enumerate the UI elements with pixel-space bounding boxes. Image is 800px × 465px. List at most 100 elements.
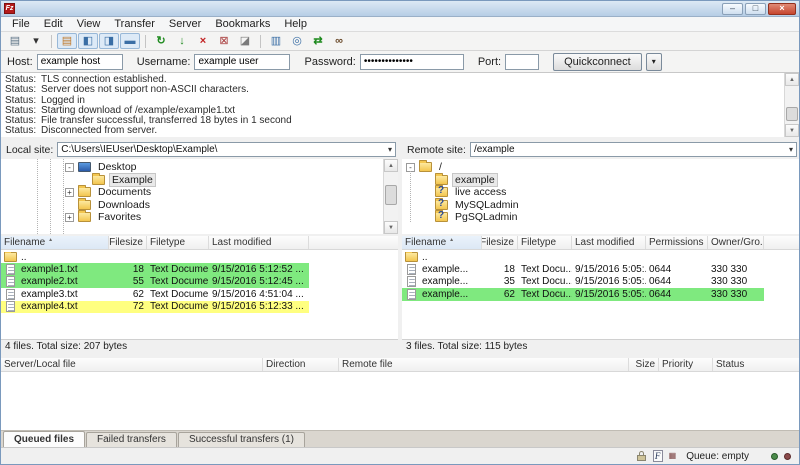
title-bar: Fz – □ × xyxy=(1,1,799,17)
quickconnect-button[interactable]: Quickconnect xyxy=(553,53,642,71)
password-input[interactable] xyxy=(360,54,464,70)
file-row[interactable]: .. xyxy=(402,251,764,263)
username-input[interactable] xyxy=(194,54,290,70)
tree-item[interactable]: Downloads xyxy=(1,199,383,212)
column-header-status[interactable]: Status xyxy=(713,358,799,371)
expander-icon[interactable]: - xyxy=(65,163,74,172)
queue-tab[interactable]: Successful transfers (1) xyxy=(178,432,305,447)
tree-item[interactable]: + Favorites xyxy=(1,211,383,224)
scrollbar-thumb[interactable] xyxy=(786,107,798,121)
file-row[interactable]: example... 35 Text Docu... 9/15/2016 5:0… xyxy=(402,276,764,288)
scroll-up-icon[interactable]: ▲ xyxy=(384,159,398,172)
column-header-last-modified[interactable]: Last modified xyxy=(572,236,646,249)
column-header-filetype[interactable]: Filetype xyxy=(518,236,572,249)
host-label: Host: xyxy=(7,56,33,68)
port-input[interactable] xyxy=(505,54,539,70)
tree-item[interactable]: Example xyxy=(1,174,383,187)
toolbar-separator[interactable] xyxy=(260,35,261,48)
scrollbar-thumb[interactable] xyxy=(385,185,397,205)
column-header-filesize[interactable]: Filesize xyxy=(109,236,147,249)
menu-server[interactable]: Server xyxy=(162,17,208,31)
menu-transfer[interactable]: Transfer xyxy=(107,17,162,31)
file-row[interactable]: .. xyxy=(1,251,309,263)
file-row[interactable]: example... 62 Text Docu... 9/15/2016 5:0… xyxy=(402,288,764,300)
local-file-list: .. example1.txt 18 Text Document 9/15/20… xyxy=(1,250,398,339)
file-row[interactable]: example... 18 Text Docu... 9/15/2016 5:0… xyxy=(402,263,764,275)
remote-pane-status: 3 files. Total size: 115 bytes xyxy=(402,339,799,354)
column-header-last-modified[interactable]: Last modified xyxy=(209,236,309,249)
file-row[interactable]: example4.txt 72 Text Document 9/15/2016 … xyxy=(1,301,309,313)
queue-tab[interactable]: Queued files xyxy=(3,431,85,447)
folder-icon xyxy=(92,175,105,185)
column-header-filename[interactable]: Filename▲ xyxy=(1,236,109,249)
tree-item[interactable]: live access xyxy=(402,186,799,199)
chevron-down-icon[interactable]: ▾ xyxy=(789,145,793,154)
find-files-button[interactable]: ∞ xyxy=(329,33,349,49)
menu-help[interactable]: Help xyxy=(277,17,314,31)
cancel-button[interactable]: × xyxy=(193,33,213,49)
tree-item[interactable]: - / xyxy=(402,161,799,174)
tree-item[interactable]: example xyxy=(402,174,799,187)
file-icon xyxy=(407,264,416,275)
tree-item[interactable]: - Desktop xyxy=(1,161,383,174)
password-label: Password: xyxy=(304,56,355,68)
chevron-down-icon[interactable]: ▾ xyxy=(388,145,392,154)
expander-icon[interactable]: + xyxy=(65,188,74,197)
column-header-filesize[interactable]: Filesize xyxy=(482,236,518,249)
synchronized-browsing-button[interactable]: ⇄ xyxy=(308,33,328,49)
site-manager-dropdown[interactable]: ▾ xyxy=(26,33,46,49)
file-icon xyxy=(6,289,15,300)
tree-item[interactable]: PgSQLadmin xyxy=(402,211,799,224)
toolbar-separator[interactable] xyxy=(145,35,146,48)
remote-site-combobox[interactable]: /example ▾ xyxy=(470,142,797,157)
column-header-direction[interactable]: Direction xyxy=(263,358,339,371)
folder-icon xyxy=(435,200,448,210)
scroll-up-icon[interactable]: ▲ xyxy=(785,73,799,86)
folder-icon xyxy=(78,200,91,210)
log-scrollbar[interactable]: ▲ ▼ xyxy=(784,73,799,137)
menu-file[interactable]: File xyxy=(5,17,37,31)
local-pane-status: 4 files. Total size: 207 bytes xyxy=(1,339,398,354)
reconnect-button[interactable]: ◪ xyxy=(235,33,255,49)
file-row[interactable]: example1.txt 18 Text Document 9/15/2016 … xyxy=(1,263,309,275)
close-button[interactable]: × xyxy=(768,3,796,15)
host-input[interactable] xyxy=(37,54,123,70)
refresh-button[interactable]: ↻ xyxy=(151,33,171,49)
folder-icon xyxy=(435,187,448,197)
column-header-permissions[interactable]: Permissions xyxy=(646,236,708,249)
expander-icon[interactable]: + xyxy=(65,213,74,222)
column-header-priority[interactable]: Priority xyxy=(659,358,713,371)
toggle-remote-tree-button[interactable]: ◨ xyxy=(99,33,119,49)
tree-item[interactable]: + Documents xyxy=(1,186,383,199)
process-queue-button[interactable]: ↓ xyxy=(172,33,192,49)
column-header-size[interactable]: Size xyxy=(629,358,659,371)
column-header-server-local-file[interactable]: Server/Local file xyxy=(1,358,263,371)
toggle-local-tree-button[interactable]: ◧ xyxy=(78,33,98,49)
local-tree-scrollbar[interactable]: ▲ ▼ xyxy=(383,159,398,234)
column-header-owner-group[interactable]: Owner/Gro... xyxy=(708,236,764,249)
menu-edit[interactable]: Edit xyxy=(37,17,70,31)
file-row[interactable]: example2.txt 55 Text Document 9/15/2016 … xyxy=(1,276,309,288)
filter-button[interactable]: ▥ xyxy=(266,33,286,49)
site-manager-button[interactable]: ▤ xyxy=(5,33,25,49)
toggle-queue-button[interactable]: ▬ xyxy=(120,33,140,49)
maximize-button[interactable]: □ xyxy=(745,3,766,15)
menu-bookmarks[interactable]: Bookmarks xyxy=(208,17,277,31)
quickconnect-dropdown[interactable]: ▾ xyxy=(646,53,662,71)
folder-icon xyxy=(78,212,91,222)
scroll-down-icon[interactable]: ▼ xyxy=(785,124,799,137)
disconnect-button[interactable]: ⊠ xyxy=(214,33,234,49)
column-header-filetype[interactable]: Filetype xyxy=(147,236,209,249)
directory-comparison-button[interactable]: ◎ xyxy=(287,33,307,49)
local-site-combobox[interactable]: C:\Users\IEUser\Desktop\Example\ ▾ xyxy=(57,142,396,157)
queue-tab[interactable]: Failed transfers xyxy=(86,432,177,447)
column-header-filename[interactable]: Filename▲ xyxy=(402,236,482,249)
column-header-remote-file[interactable]: Remote file xyxy=(339,358,629,371)
minimize-button[interactable]: – xyxy=(722,3,743,15)
toolbar-separator[interactable] xyxy=(51,35,52,48)
file-row[interactable]: example3.txt 62 Text Document 9/15/2016 … xyxy=(1,288,309,300)
menu-view[interactable]: View xyxy=(70,17,108,31)
tree-item[interactable]: MySQLadmin xyxy=(402,199,799,212)
scroll-down-icon[interactable]: ▼ xyxy=(384,221,398,234)
toggle-message-log-button[interactable]: ▤ xyxy=(57,33,77,49)
